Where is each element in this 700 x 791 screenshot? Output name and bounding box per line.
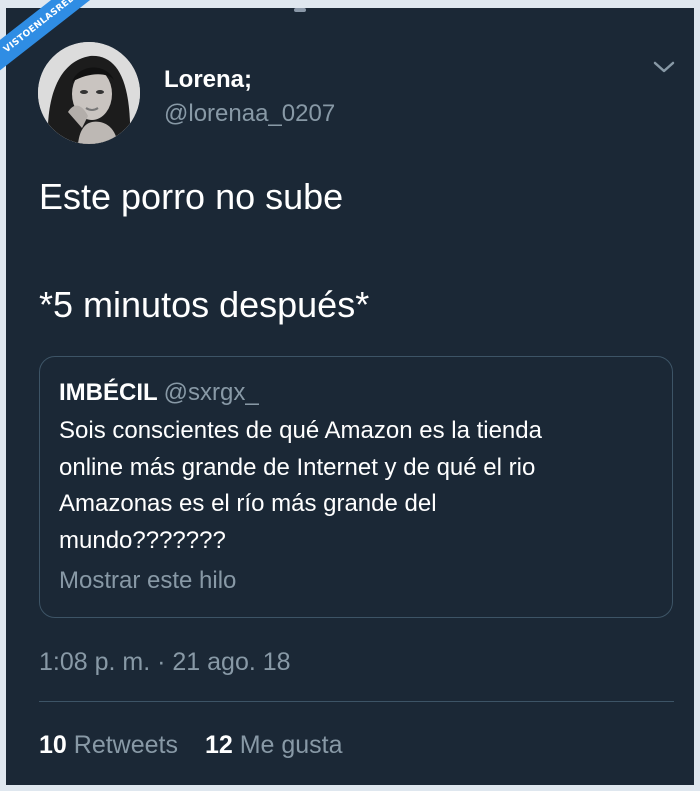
retweets-count[interactable]: 10: [39, 731, 67, 759]
divider: [39, 701, 674, 702]
tweet-card: Lorena; @lorenaa_0207 Este porro no sube…: [0, 0, 700, 791]
quoted-text-line: mundo???????: [59, 526, 226, 554]
quoted-text-line: online más grande de Internet y de qué e…: [59, 453, 536, 481]
likes-count[interactable]: 12: [205, 731, 233, 759]
retweets-label[interactable]: Retweets: [74, 731, 178, 759]
quoted-text-line: Amazonas es el río más grande del: [59, 490, 437, 517]
quoted-author-handle: @sxrgx_: [163, 379, 259, 406]
tweet-text-line: *5 minutos después*: [39, 284, 370, 325]
quoted-text-line: Sois conscientes de qué Amazon es la tie…: [59, 417, 542, 444]
avatar-photo: [38, 42, 140, 144]
tweet-text-line: Este porro no sube: [39, 176, 344, 217]
quoted-header: IMBÉCIL @sxrgx_: [59, 379, 259, 407]
avatar[interactable]: [38, 42, 140, 144]
engagement-stats: 10 Retweets 12 Me gusta: [39, 731, 343, 760]
show-thread-link[interactable]: Mostrar este hilo: [59, 567, 236, 595]
quoted-tweet[interactable]: IMBÉCIL @sxrgx_ Sois conscientes de qué A…: [39, 356, 673, 618]
likes-label[interactable]: Me gusta: [240, 731, 343, 759]
top-handle: [294, 8, 306, 12]
quoted-author-name: IMBÉCIL: [59, 379, 158, 406]
author-handle[interactable]: @lorenaa_0207: [164, 100, 335, 128]
chevron-down-icon[interactable]: [653, 60, 675, 74]
quoted-text: Sois conscientes de qué Amazon es la tie…: [59, 413, 659, 559]
author-name[interactable]: Lorena;: [164, 66, 252, 94]
timestamp[interactable]: 1:08 p. m. · 21 ago. 18: [39, 648, 291, 677]
